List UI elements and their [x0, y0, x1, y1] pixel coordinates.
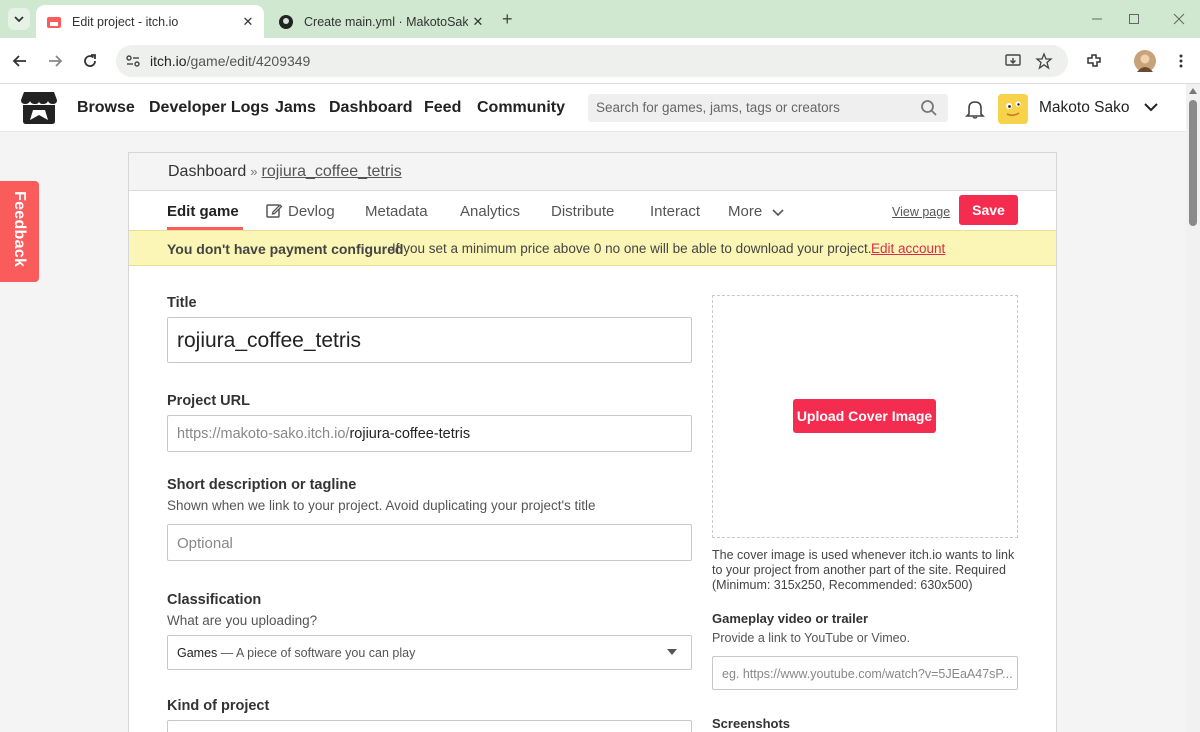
view-page-link[interactable]: View page	[892, 205, 950, 219]
itch-favicon-icon	[46, 14, 62, 30]
browser-menu-icon[interactable]	[1170, 50, 1192, 72]
tab-edit-project[interactable]: Edit project - itch.io ✕	[36, 5, 264, 38]
title-label: Title	[167, 295, 197, 311]
url-text: itch.io/game/edit/4209349	[150, 53, 311, 69]
breadcrumb: Dashboard » rojiura_coffee_tetris	[168, 163, 402, 181]
video-label: Gameplay video or trailer	[712, 611, 869, 626]
kind-select[interactable]	[167, 720, 692, 732]
scroll-thumb[interactable]	[1189, 100, 1197, 226]
feedback-label: Feedback	[11, 191, 28, 268]
tab-analytics[interactable]: Analytics	[460, 203, 520, 220]
upload-cover-button[interactable]: Upload Cover Image	[793, 399, 936, 433]
username[interactable]: Makoto Sako	[1039, 99, 1129, 117]
search-icon[interactable]	[920, 99, 938, 117]
extensions-icon[interactable]	[1083, 50, 1105, 72]
reload-icon[interactable]	[79, 50, 101, 72]
tab-title: Edit project - itch.io	[72, 14, 179, 29]
tagline-input[interactable]: Optional	[167, 524, 692, 561]
chevron-down-icon[interactable]	[771, 205, 785, 219]
maximize-icon[interactable]	[1125, 10, 1143, 28]
tab-github[interactable]: Create main.yml · MakotoSako/ ✕	[268, 5, 494, 38]
tab-metadata[interactable]: Metadata	[365, 203, 428, 220]
nav-developer-logs[interactable]: Developer Logs	[149, 99, 269, 117]
page-scrollbar[interactable]	[1186, 84, 1200, 732]
title-value: rojiura_coffee_tetris	[177, 329, 362, 352]
close-icon[interactable]: ✕	[238, 12, 258, 32]
window-close-icon[interactable]	[1170, 10, 1188, 28]
classification-help: What are you uploading?	[167, 613, 318, 628]
classification-value: Games — A piece of software you can play	[177, 646, 416, 660]
nav-browse[interactable]: Browse	[77, 99, 135, 117]
project-url-value: https://makoto-sako.itch.io/rojiura-coff…	[177, 426, 471, 442]
tab-more[interactable]: More	[728, 203, 762, 220]
site-settings-icon[interactable]	[124, 52, 142, 70]
tagline-help: Shown when we link to your project. Avoi…	[167, 498, 596, 513]
install-app-icon[interactable]	[1004, 52, 1022, 70]
edit-account-link[interactable]: Edit account	[871, 241, 945, 256]
tab-edit-game[interactable]: Edit game	[167, 203, 239, 220]
nav-dashboard[interactable]: Dashboard	[329, 99, 413, 117]
tab-search-button[interactable]	[8, 8, 30, 30]
chevron-down-icon	[14, 16, 24, 23]
scroll-up-arrow-icon[interactable]	[1189, 88, 1197, 94]
warning-title: You don't have payment configured	[167, 241, 404, 257]
profile-avatar[interactable]	[1134, 50, 1156, 72]
back-arrow-icon[interactable]	[9, 50, 31, 72]
bell-icon[interactable]	[964, 98, 986, 120]
screenshots-label: Screenshots	[712, 716, 791, 731]
save-button[interactable]: Save	[959, 195, 1018, 225]
user-avatar[interactable]	[998, 94, 1028, 124]
forward-arrow-icon[interactable]	[44, 50, 66, 72]
tab-distribute[interactable]: Distribute	[551, 203, 614, 220]
dropdown-caret-icon	[667, 649, 677, 655]
tab-interact[interactable]: Interact	[650, 203, 700, 220]
new-tab-button[interactable]: +	[502, 9, 513, 30]
cover-image-dropzone[interactable]: Upload Cover Image	[712, 295, 1018, 538]
project-url-input[interactable]: https://makoto-sako.itch.io/rojiura-coff…	[167, 415, 692, 452]
browser-tab-bar: Edit project - itch.io ✕ Create main.yml…	[0, 0, 1200, 38]
edit-pencil-icon	[266, 204, 283, 218]
breadcrumb-bar: Dashboard » rojiura_coffee_tetris	[129, 153, 1056, 191]
tab-title: Create main.yml · MakotoSako/	[304, 14, 468, 29]
breadcrumb-project[interactable]: rojiura_coffee_tetris	[262, 163, 402, 180]
github-icon	[278, 14, 294, 30]
breadcrumb-separator: »	[250, 164, 258, 179]
cover-note: The cover image is used whenever itch.io…	[712, 548, 1015, 592]
kind-label: Kind of project	[167, 698, 270, 714]
tagline-label: Short description or tagline	[167, 477, 357, 493]
classification-select[interactable]: Games — A piece of software you can play	[167, 635, 692, 670]
address-bar[interactable]: itch.io/game/edit/4209349	[116, 45, 1068, 77]
close-icon[interactable]: ✕	[468, 12, 488, 32]
nav-community[interactable]: Community	[477, 99, 565, 117]
bookmark-star-icon[interactable]	[1035, 52, 1053, 70]
video-help: Provide a link to YouTube or Vimeo.	[712, 631, 911, 645]
edit-tabs: Edit game Devlog Metadata Analytics Dist…	[129, 191, 1056, 230]
tagline-placeholder: Optional	[177, 535, 233, 552]
feedback-button[interactable]: Feedback	[0, 181, 39, 282]
nav-jams[interactable]: Jams	[275, 99, 316, 117]
classification-label: Classification	[167, 592, 262, 608]
warning-text: If you set a minimum price above 0 no on…	[392, 241, 872, 256]
project-url-label: Project URL	[167, 393, 250, 409]
search-placeholder: Search for games, jams, tags or creators	[596, 100, 840, 115]
video-url-input[interactable]: eg. https://www.youtube.com/watch?v=5JEa…	[712, 656, 1018, 690]
itch-logo-icon[interactable]	[20, 90, 58, 126]
payment-warning: You don't have payment configured If you…	[129, 230, 1056, 266]
video-placeholder: eg. https://www.youtube.com/watch?v=5JEa…	[722, 667, 1013, 681]
chevron-down-icon[interactable]	[1142, 98, 1160, 116]
nav-feed[interactable]: Feed	[424, 99, 461, 117]
minimize-icon[interactable]	[1088, 10, 1106, 28]
title-input[interactable]: rojiura_coffee_tetris	[167, 317, 692, 363]
tab-devlog[interactable]: Devlog	[288, 203, 335, 220]
breadcrumb-dashboard[interactable]: Dashboard	[168, 163, 246, 180]
site-search-input[interactable]: Search for games, jams, tags or creators	[588, 94, 948, 122]
site-header: Browse Developer Logs Jams Dashboard Fee…	[0, 84, 1186, 132]
browser-toolbar: itch.io/game/edit/4209349	[0, 38, 1200, 84]
edit-game-panel: Dashboard » rojiura_coffee_tetris Edit gam…	[128, 152, 1057, 732]
